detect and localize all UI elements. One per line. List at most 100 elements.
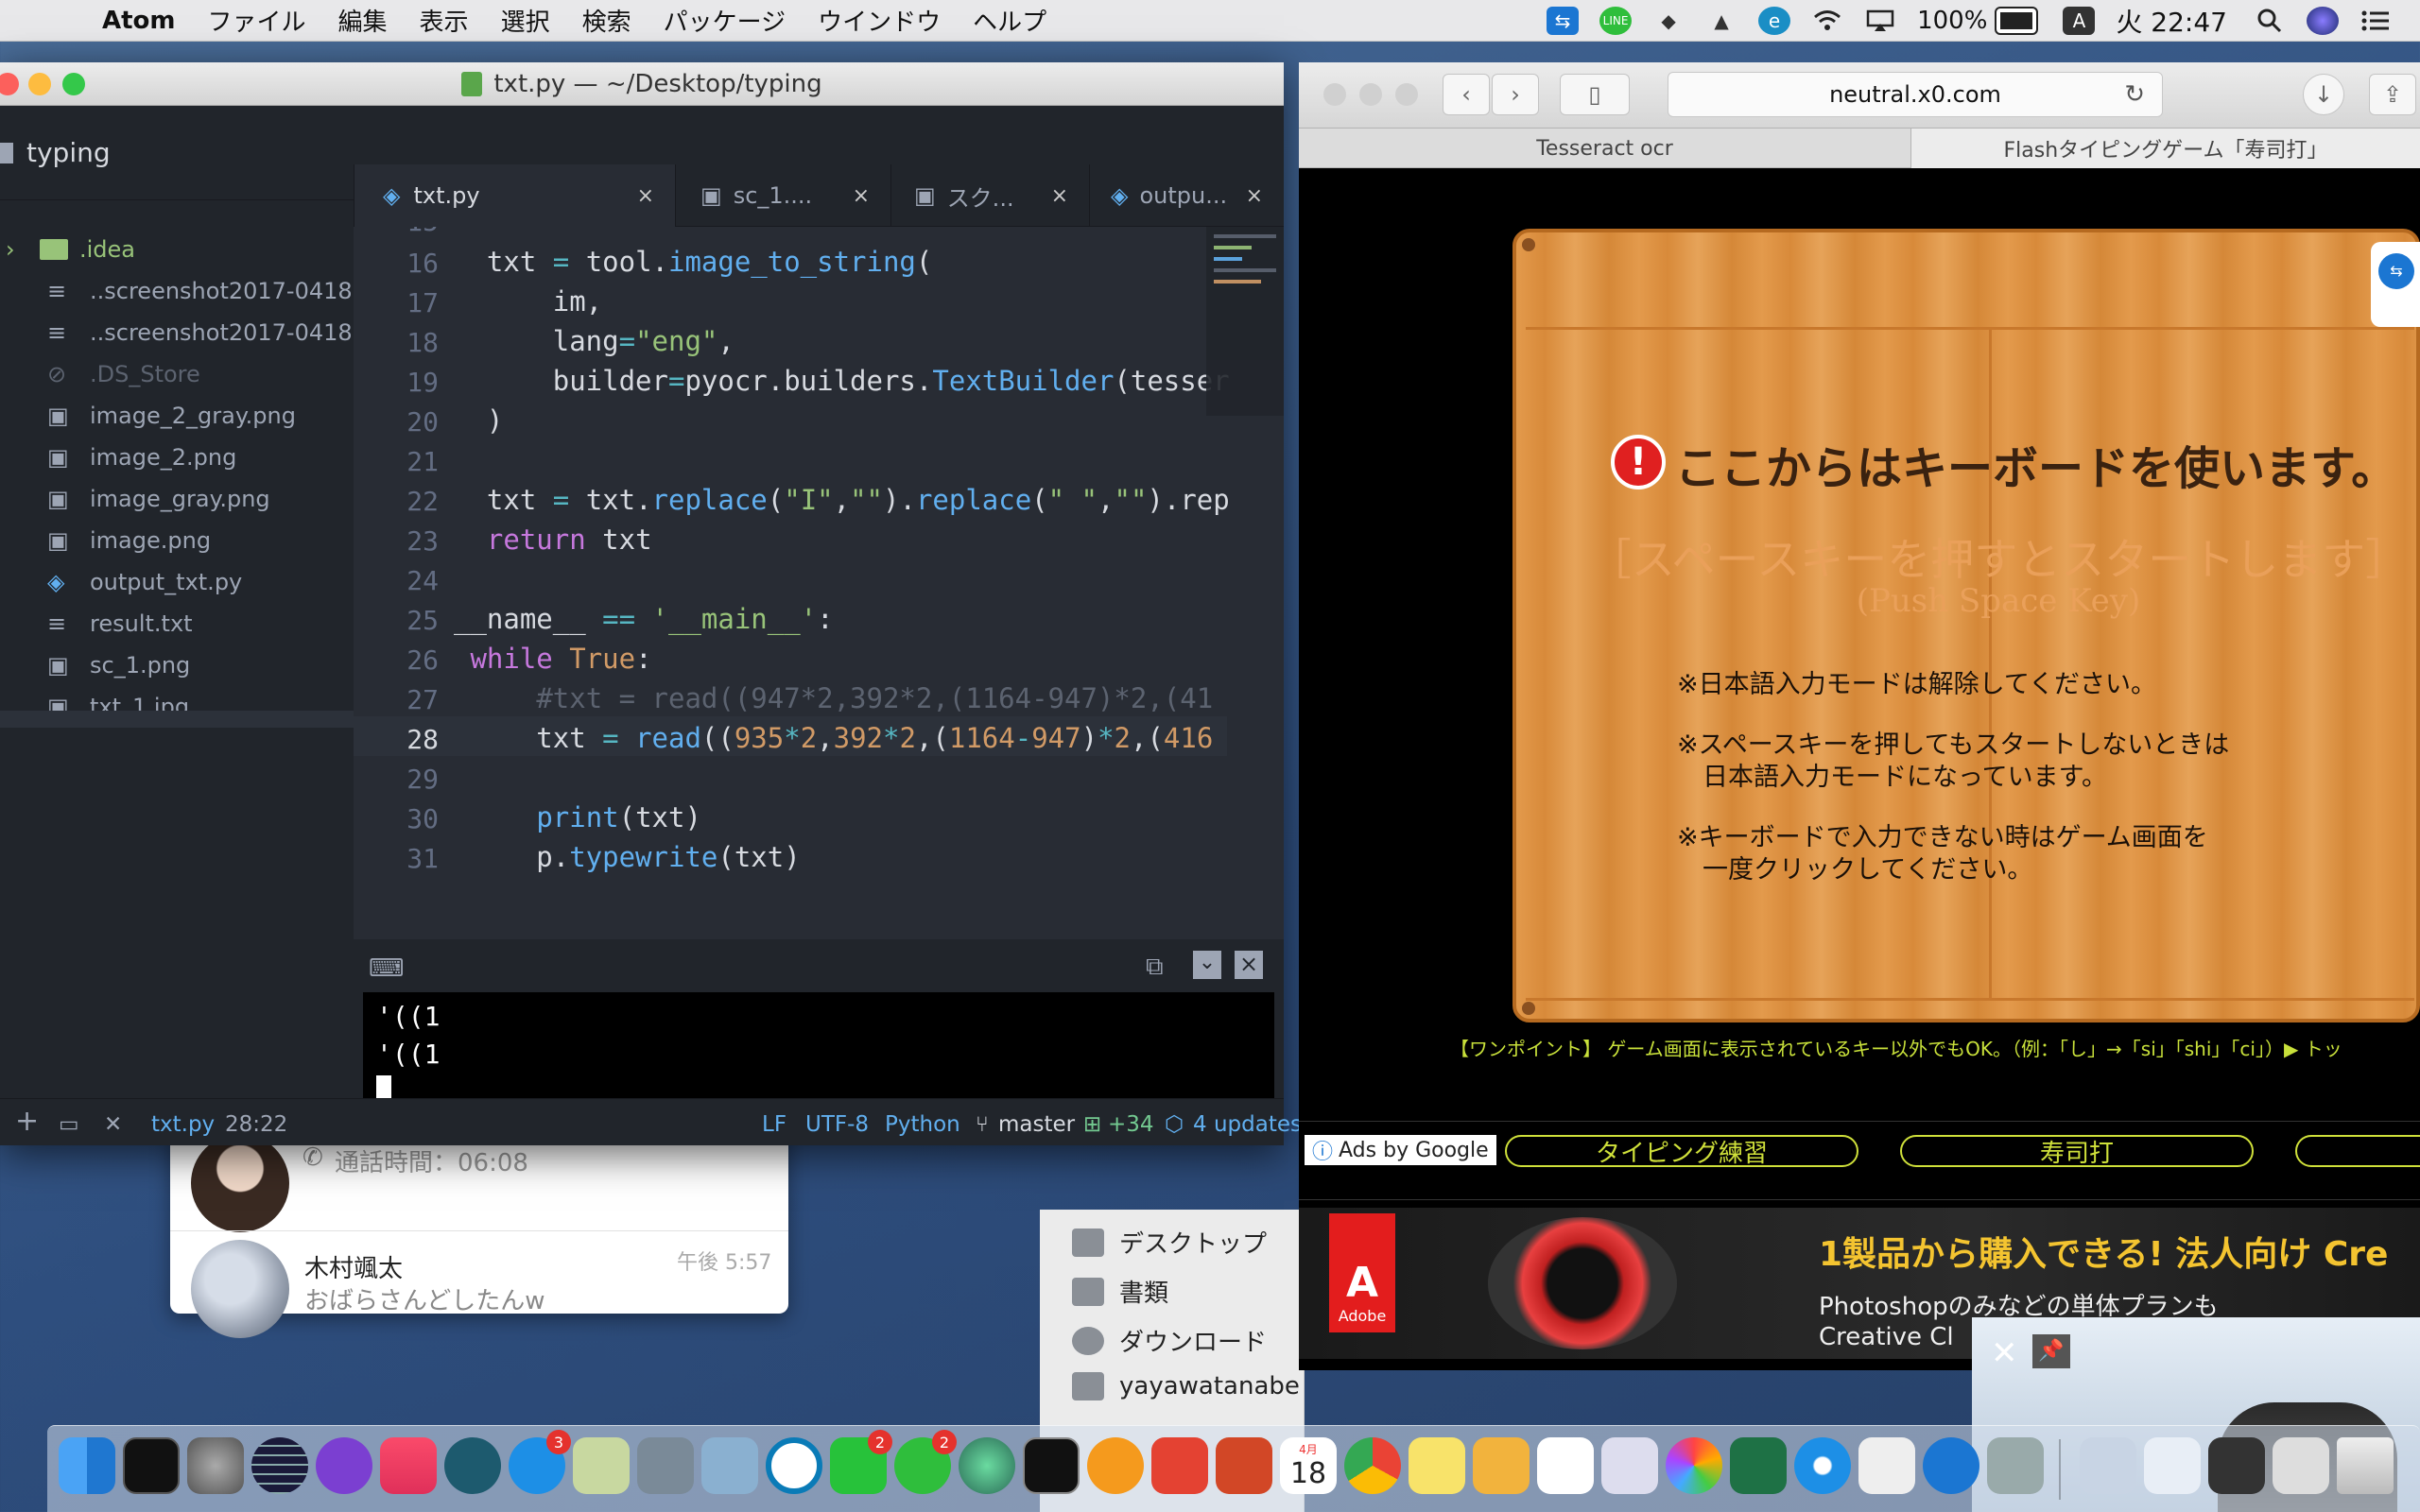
notes-dock-icon[interactable] — [1409, 1437, 1465, 1494]
notification-center-icon[interactable] — [2360, 7, 2392, 35]
siri-icon[interactable] — [2307, 7, 2339, 35]
menu-window[interactable]: ウインドウ — [818, 3, 941, 38]
maximize-panel-icon[interactable]: ⧉ — [1146, 953, 1164, 982]
tab-sc-1[interactable]: ▣ sc_1.... × — [675, 164, 890, 227]
eset-dock-icon[interactable] — [766, 1437, 822, 1494]
line-tray-icon[interactable]: LINE — [1599, 7, 1633, 35]
share-icon[interactable]: ⇪ — [2369, 74, 2416, 115]
tab-screenshot[interactable]: ▣ スク... × — [890, 164, 1089, 227]
close-tab-icon[interactable]: × — [1051, 184, 1068, 208]
close-tab-icon[interactable]: × — [637, 184, 654, 208]
close-tab-icon[interactable]: × — [1246, 184, 1263, 208]
tree-item-file[interactable]: ▣ image_2.png — [0, 438, 354, 476]
terminal-dock-icon[interactable] — [123, 1437, 180, 1494]
finder-item-desktop[interactable]: デスクトップ — [1072, 1225, 1267, 1260]
close-panel-icon[interactable]: × — [1235, 951, 1263, 979]
contact-name[interactable]: 木村颯太 — [304, 1249, 403, 1284]
preview-dock-icon[interactable] — [573, 1437, 630, 1494]
spotlight-icon[interactable] — [2254, 7, 2286, 35]
close-icon[interactable]: ✕ — [1991, 1334, 2018, 1372]
zoom-window-button[interactable] — [62, 73, 85, 95]
teamviewer-tray-icon[interactable]: ⇆ — [1547, 7, 1580, 35]
chevron-right-icon[interactable]: › — [6, 236, 15, 263]
contacts-dock-icon[interactable] — [1601, 1437, 1658, 1494]
keyboard-icon[interactable]: ⌨ — [369, 954, 405, 983]
dropbox-tray-icon[interactable]: ◆ — [1652, 7, 1685, 35]
add-icon[interactable]: + — [15, 1105, 39, 1138]
zoom-window-button[interactable] — [1395, 83, 1418, 106]
tree-item-file[interactable]: ▣ sc_1.png — [0, 646, 354, 684]
teamviewer-dock-icon[interactable] — [1923, 1437, 1979, 1494]
sidebar-toggle-icon[interactable]: ▯ — [1560, 74, 1630, 115]
pin-icon[interactable]: 📌 — [2032, 1334, 2070, 1368]
finder-item-downloads[interactable]: ダウンロード — [1072, 1323, 1267, 1358]
tree-item-idea[interactable]: › .idea — [0, 231, 354, 268]
trash-dock-icon[interactable] — [2337, 1437, 2394, 1494]
ibooks-dock-icon[interactable] — [1087, 1437, 1144, 1494]
tree-item-file[interactable]: ≡ result.txt — [0, 605, 354, 643]
downloads-stack-dock-icon[interactable] — [2273, 1437, 2329, 1494]
tree-item-file[interactable]: ⊘ .DS_Store — [0, 355, 354, 393]
avatar[interactable] — [191, 1134, 289, 1232]
document-proxy-icon[interactable] — [461, 71, 483, 96]
hide-panel-icon[interactable]: ⌄ — [1193, 951, 1221, 979]
code-editor[interactable]: 15 16 17 18 19 20 21 22 23 24 25 26 27 2… — [354, 227, 1284, 939]
input-source-icon[interactable]: A — [2063, 7, 2096, 35]
teamviewer-side-panel[interactable]: ⇆ — [2371, 242, 2420, 327]
game-board[interactable]: ! ここからはキーボードを使います。 ［スペースキーを押すとスタートします］ (… — [1512, 229, 2420, 1022]
atom-dock-icon[interactable] — [959, 1437, 1015, 1494]
app-menu[interactable]: Atom — [102, 7, 176, 35]
address-bar[interactable]: neutral.x0.com ↻ — [1668, 72, 2163, 117]
status-grammar[interactable]: Python — [885, 1112, 960, 1137]
google-drive-tray-icon[interactable]: ▲ — [1705, 7, 1737, 35]
menu-find[interactable]: 検索 — [582, 3, 631, 38]
screenshot-stack-dock-icon[interactable] — [2208, 1437, 2265, 1494]
back-button[interactable]: ‹ — [1443, 74, 1490, 115]
pen-app-dock-icon[interactable] — [316, 1437, 372, 1494]
document-stack-dock-icon[interactable] — [2144, 1437, 2201, 1494]
minimap[interactable] — [1206, 227, 1284, 416]
stickies-dock-icon[interactable] — [1473, 1437, 1530, 1494]
excel-dock-icon[interactable] — [1730, 1437, 1787, 1494]
status-file-name[interactable]: txt.py — [151, 1112, 215, 1137]
rocket-dock-icon[interactable] — [1987, 1437, 2044, 1494]
ads-by-google-label[interactable]: ⓘ Ads by Google — [1305, 1135, 1496, 1165]
menu-packages[interactable]: パッケージ — [664, 3, 786, 38]
status-encoding[interactable]: UTF-8 — [805, 1112, 869, 1137]
finder-item-home[interactable]: yayawatanabe — [1072, 1372, 1300, 1400]
close-window-button[interactable] — [1323, 83, 1346, 106]
todoist-dock-icon[interactable] — [1151, 1437, 1208, 1494]
menu-file[interactable]: ファイル — [208, 3, 306, 38]
close-tab-icon[interactable]: × — [853, 184, 870, 208]
download-icon[interactable]: ↓ — [2303, 74, 2344, 115]
intellij-dock-icon[interactable] — [701, 1437, 758, 1494]
status-cursor-position[interactable]: 28:22 — [225, 1112, 287, 1137]
sourcetree-dock-icon[interactable] — [444, 1437, 501, 1494]
tab-sushida[interactable]: Flashタイピングゲーム「寿司打」 — [1911, 129, 2420, 168]
help-dock-icon[interactable] — [2080, 1437, 2136, 1494]
eset-tray-icon[interactable]: e — [1758, 7, 1791, 35]
battery-icon[interactable] — [1995, 7, 2039, 35]
minimize-window-button[interactable] — [28, 73, 51, 95]
forward-button[interactable]: › — [1492, 74, 1539, 115]
message-preview[interactable]: おばらさんどしたんw — [304, 1281, 545, 1316]
finder-dock-icon[interactable] — [59, 1437, 115, 1494]
terminal-output[interactable]: '((1 '((1 — [363, 992, 1274, 1111]
ad-link-typing-practice[interactable]: タイピング練習 — [1505, 1135, 1858, 1168]
tree-item-file[interactable]: ▣ image_2_gray.png — [0, 397, 354, 435]
status-branch[interactable]: master — [998, 1112, 1075, 1137]
itunes-dock-icon[interactable] — [380, 1437, 437, 1494]
menubar-clock[interactable]: 火 22:47 — [2116, 2, 2227, 40]
finder-item-documents[interactable]: 書類 — [1072, 1274, 1168, 1309]
close-window-button[interactable] — [0, 73, 19, 95]
atom-title-bar[interactable]: txt.py — ~/Desktop/typing — [0, 62, 1284, 106]
image-capture-dock-icon[interactable] — [637, 1437, 694, 1494]
close-terminal-icon[interactable]: ✕ — [104, 1112, 122, 1137]
reminders-dock-icon[interactable] — [1537, 1437, 1594, 1494]
menu-selection[interactable]: 選択 — [501, 3, 550, 38]
minimize-window-button[interactable] — [1359, 83, 1382, 106]
system-preferences-dock-icon[interactable] — [187, 1437, 244, 1494]
tab-txt-py[interactable]: ◈ txt.py × — [354, 164, 675, 227]
menu-help[interactable]: ヘルプ — [973, 3, 1046, 38]
menu-edit[interactable]: 編集 — [338, 3, 388, 38]
